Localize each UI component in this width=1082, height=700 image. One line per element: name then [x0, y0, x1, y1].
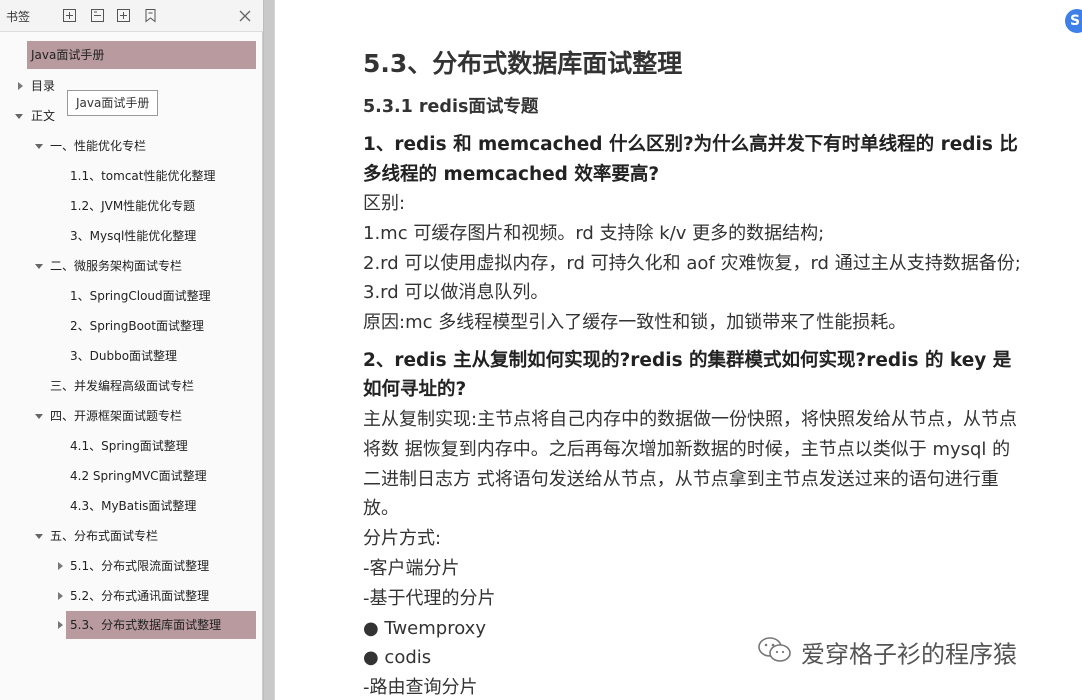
bookmark-item[interactable]: 1、SpringCloud面试整理	[0, 282, 262, 310]
bookmark-label: Java面试手册	[27, 41, 256, 69]
bookmark-item[interactable]: 1.1、tomcat性能优化整理	[0, 162, 262, 190]
watermark-text: 爱穿格子衫的程序猿	[801, 640, 1017, 669]
bookmark-item-section-5[interactable]: 五、分布式面试专栏	[0, 522, 262, 550]
question-2: 2、redis 主从复制如何实现的?redis 的集群模式如何实现?redis …	[363, 349, 1012, 401]
bookmark-label: 正文	[31, 109, 56, 123]
bookmark-item-section-4[interactable]: 四、开源框架面试题专栏	[0, 402, 262, 430]
paragraph: 2.rd 可以使用虚拟内存，rd 可持久化和 aof 灾难恢复，rd 通过主从支…	[363, 252, 1021, 304]
expand-arrow-icon[interactable]	[58, 592, 63, 600]
expand-arrow-icon[interactable]	[18, 82, 23, 90]
bookmark-item[interactable]: 2、SpringBoot面试整理	[0, 312, 262, 340]
paragraph: 1.mc 可缓存图片和视频。rd 支持除 k/v 更多的数据结构;	[363, 222, 825, 244]
bookmark-item-section-3[interactable]: 三、并发编程高级面试专栏	[0, 372, 262, 400]
document-content: 5.3、分布式数据库面试整理 5.3.1 redis面试专题 1、redis 和…	[363, 46, 1023, 700]
collapse-arrow-icon[interactable]	[35, 264, 43, 269]
watermark: 爱穿格子衫的程序猿	[757, 636, 1017, 670]
paragraph: 原因:mc 多线程模型引入了缓存一致性和锁，加锁带来了性能损耗。	[363, 312, 907, 334]
subsection-heading: 5.3.1 redis面试专题	[363, 97, 539, 117]
bookmark-item-section-2[interactable]: 二、微服务架构面试专栏	[0, 252, 262, 280]
wechat-icon	[757, 636, 793, 673]
bookmark-label: 5.2、分布式通讯面试整理	[70, 589, 210, 603]
bookmark-icon[interactable]	[143, 8, 158, 23]
bookmark-label: 1、SpringCloud面试整理	[70, 289, 211, 303]
expand-all-icon[interactable]	[62, 8, 77, 23]
bookmark-item[interactable]: 3、Dubbo面试整理	[0, 342, 262, 370]
close-icon[interactable]	[238, 8, 252, 22]
paragraph: -基于代理的分片	[363, 587, 496, 609]
bookmark-panel-title: 书签	[6, 10, 31, 24]
paragraph: 主从复制实现:主节点将自己内存中的数据做一份快照，将快照发给从节点，从节点将数 …	[363, 408, 1018, 520]
bookmark-label: 5.3、分布式数据库面试整理	[66, 611, 256, 639]
panel-splitter[interactable]	[263, 0, 274, 700]
bookmark-item-current[interactable]: 5.3、分布式数据库面试整理	[0, 611, 262, 639]
document-page: 5.3、分布式数据库面试整理 5.3.1 redis面试专题 1、redis 和…	[275, 0, 1082, 700]
expand-arrow-icon[interactable]	[58, 621, 63, 629]
bookmark-label: 3、Dubbo面试整理	[70, 349, 178, 363]
bookmark-label: 3、Mysql性能优化整理	[70, 229, 197, 243]
bookmark-item-section-1[interactable]: 一、性能优化专栏	[0, 132, 262, 160]
question-1: 1、redis 和 memcached 什么区别?为什么高并发下有时单线程的 r…	[363, 134, 1018, 185]
bookmark-panel-header: 书签	[0, 0, 263, 32]
paragraph: -客户端分片	[363, 557, 460, 579]
paragraph: 区别:	[363, 193, 406, 214]
collapse-all-icon[interactable]	[90, 8, 105, 23]
bookmark-item[interactable]: 4.1、Spring面试整理	[0, 432, 262, 460]
bookmark-label: 5.1、分布式限流面试整理	[70, 559, 210, 573]
bookmark-item[interactable]: 5.2、分布式通讯面试整理	[0, 582, 262, 610]
bookmark-label: 二、微服务架构面试专栏	[50, 259, 183, 273]
bookmark-item-root[interactable]: Java面试手册	[27, 41, 256, 69]
bookmark-item[interactable]: 4.2 SpringMVC面试整理	[0, 462, 262, 490]
bookmark-tooltip: Java面试手册	[67, 90, 159, 116]
bookmark-panel: 书签 Java面试手册 目录 正文 一、性能优化专栏 1.1、tomcat性能优…	[0, 0, 263, 700]
paragraph: 分片方式:	[363, 528, 442, 550]
bookmark-label: 1.1、tomcat性能优化整理	[70, 169, 216, 183]
collapse-arrow-icon[interactable]	[15, 114, 23, 119]
floating-app-button[interactable]: S	[1065, 9, 1082, 33]
bookmark-label: 三、并发编程高级面试专栏	[50, 379, 195, 393]
collapse-arrow-icon[interactable]	[35, 414, 43, 419]
collapse-arrow-icon[interactable]	[35, 534, 43, 539]
bookmark-label: 4.2 SpringMVC面试整理	[70, 469, 207, 483]
add-bookmark-icon[interactable]	[116, 8, 131, 23]
bookmark-label: 4.1、Spring面试整理	[70, 439, 188, 453]
bookmark-item[interactable]: 4.3、MyBatis面试整理	[0, 492, 262, 520]
section-heading: 5.3、分布式数据库面试整理	[363, 49, 683, 78]
collapse-arrow-icon[interactable]	[35, 144, 43, 149]
bookmark-label: 4.3、MyBatis面试整理	[70, 499, 197, 513]
bookmark-label: 2、SpringBoot面试整理	[70, 319, 204, 333]
bookmark-label: 1.2、JVM性能优化专题	[70, 199, 196, 213]
bookmark-label: 目录	[31, 79, 56, 93]
bookmark-item[interactable]: 5.1、分布式限流面试整理	[0, 552, 262, 580]
bookmark-item[interactable]: 3、Mysql性能优化整理	[0, 222, 262, 250]
paragraph: -路由查询分片	[363, 677, 478, 699]
expand-arrow-icon[interactable]	[58, 562, 63, 570]
bookmark-label: 四、开源框架面试题专栏	[50, 409, 183, 423]
bookmark-item[interactable]: 1.2、JVM性能优化专题	[0, 192, 262, 220]
bookmark-label: 一、性能优化专栏	[50, 139, 147, 153]
bookmark-label: 五、分布式面试专栏	[50, 529, 159, 543]
